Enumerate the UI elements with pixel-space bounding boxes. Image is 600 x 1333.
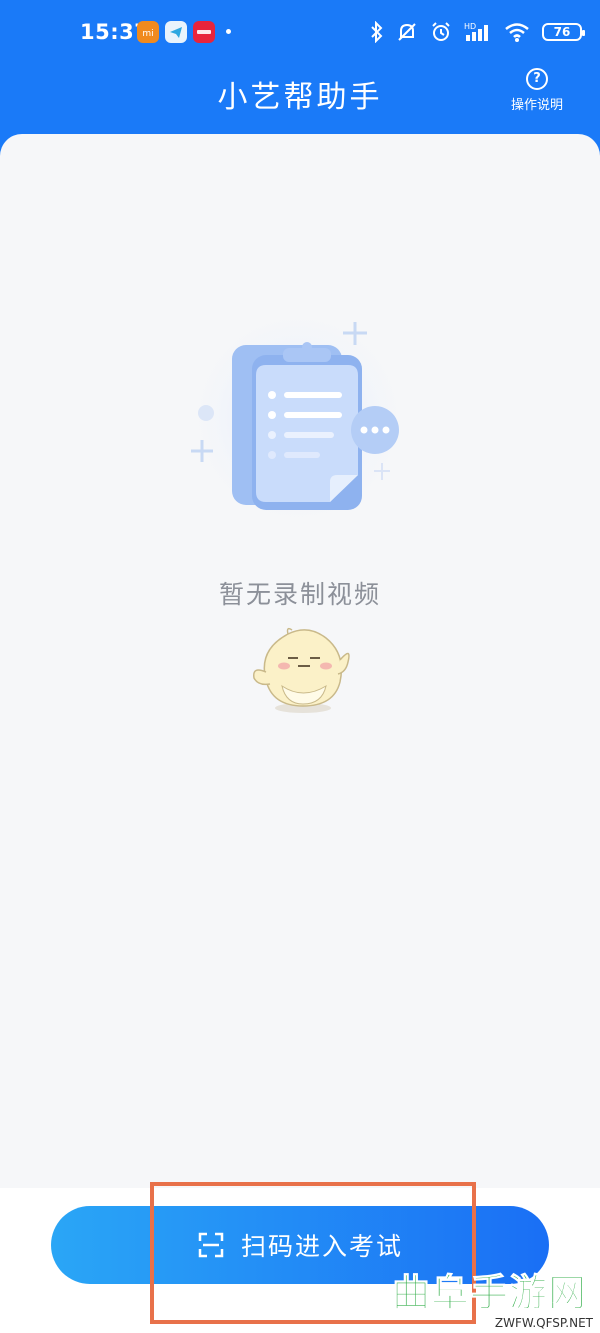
mascot-illustration bbox=[253, 627, 350, 713]
svg-text:mi: mi bbox=[142, 29, 153, 39]
app-header: 小艺帮助手 ? 操作说明 bbox=[0, 62, 600, 134]
xiaohongshu-app-icon bbox=[193, 21, 215, 43]
mute-bell-icon bbox=[398, 23, 416, 41]
watermark: 曲阜手游网 ZWFW.QFSP.NET bbox=[392, 1268, 597, 1331]
status-bar: 15:37 mi HD 76 bbox=[0, 0, 600, 62]
signal-icon: HD bbox=[464, 22, 488, 41]
wifi-icon bbox=[505, 23, 529, 42]
help-label: 操作说明 bbox=[510, 98, 563, 113]
help-button[interactable]: ? 操作说明 bbox=[502, 68, 572, 113]
help-icon: ? bbox=[526, 68, 548, 90]
status-icons: HD 76 bbox=[370, 18, 585, 46]
network-label: HD bbox=[464, 22, 476, 31]
telegram-app-icon bbox=[165, 21, 187, 43]
empty-state-message: 暂无录制视频 bbox=[218, 580, 381, 609]
alarm-icon bbox=[432, 22, 450, 41]
watermark-main: 曲阜手游网 bbox=[392, 1270, 588, 1316]
mi-app-icon: mi bbox=[137, 21, 159, 43]
empty-clipboard-illustration bbox=[191, 313, 403, 523]
battery-indicator: 76 bbox=[542, 23, 585, 41]
status-dot-icon bbox=[226, 29, 231, 34]
watermark-sub: ZWFW.QFSP.NET bbox=[494, 1316, 593, 1330]
bluetooth-icon bbox=[371, 21, 383, 43]
